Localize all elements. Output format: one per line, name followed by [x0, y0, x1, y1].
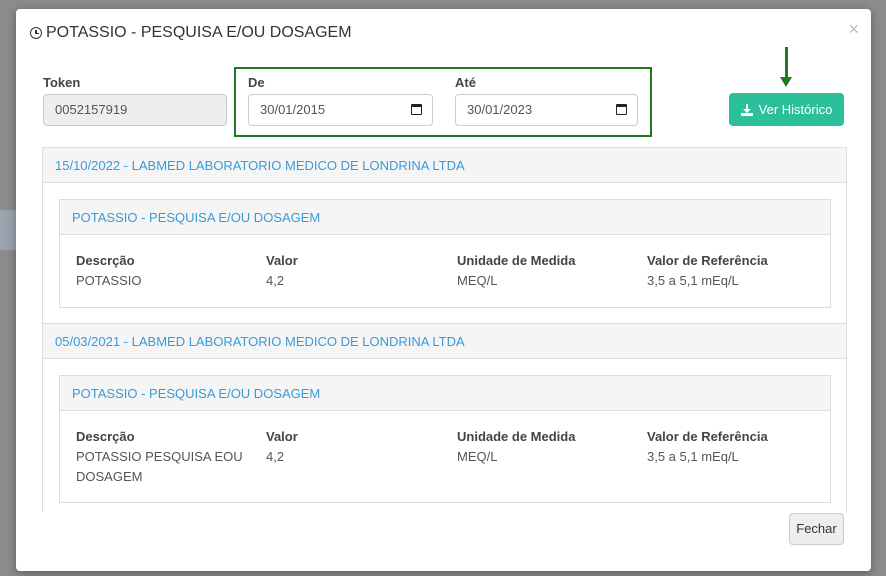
ver-historico-button[interactable]: Ver Histórico [729, 93, 844, 126]
descricao-column: Descrção POTASSIO [76, 251, 256, 291]
token-label: Token [43, 75, 81, 90]
results-list[interactable]: 15/10/2022 - LABMED LABORATORIO MEDICO D… [42, 147, 847, 512]
de-label: De [248, 75, 265, 90]
column-header: Valor de Referência [647, 429, 768, 444]
download-icon [740, 103, 753, 116]
cell-value: 3,5 a 5,1 mEq/L [647, 449, 739, 464]
cell-value: 4,2 [266, 273, 285, 288]
cell-value: 4,2 [266, 449, 285, 464]
result-header: 15/10/2022 - LABMED LABORATORIO MEDICO D… [43, 148, 846, 183]
column-header: Unidade de Medida [457, 253, 576, 268]
valor-column: Valor 4,2 [266, 427, 446, 467]
column-header: Unidade de Medida [457, 429, 576, 444]
valor-column: Valor 4,2 [266, 251, 446, 291]
result-panel: 15/10/2022 - LABMED LABORATORIO MEDICO D… [42, 147, 847, 324]
column-header: Valor [266, 253, 298, 268]
de-date-input[interactable]: 30/01/2015 [248, 94, 433, 126]
exam-title: POTASSIO - PESQUISA E/OU DOSAGEM [60, 200, 830, 235]
cell-value: MEQ/L [457, 449, 498, 464]
modal-header: POTASSIO - PESQUISA E/OU DOSAGEM × [16, 9, 871, 59]
cell-value: POTASSIO PESQUISA EOU DOSAGEM [76, 449, 243, 484]
ver-historico-label: Ver Histórico [758, 102, 833, 117]
calendar-icon[interactable] [411, 104, 422, 115]
exam-title: POTASSIO - PESQUISA E/OU DOSAGEM [60, 376, 830, 411]
modal-title: POTASSIO - PESQUISA E/OU DOSAGEM [46, 24, 352, 41]
token-field[interactable]: 0052157919 [43, 94, 227, 126]
column-header: Valor [266, 429, 298, 444]
arrow-down-icon [780, 47, 792, 91]
cell-value: 3,5 a 5,1 mEq/L [647, 273, 739, 288]
clock-icon [30, 27, 42, 39]
ate-date-value: 30/01/2023 [467, 102, 533, 117]
exam-panel: POTASSIO - PESQUISA E/OU DOSAGEM Descrçã… [59, 375, 831, 503]
column-header: Valor de Referência [647, 253, 768, 268]
cell-value: POTASSIO [76, 273, 142, 288]
unidade-column: Unidade de Medida MEQ/L [457, 251, 637, 291]
unidade-column: Unidade de Medida MEQ/L [457, 427, 637, 467]
calendar-icon[interactable] [616, 104, 627, 115]
fechar-button[interactable]: Fechar [789, 513, 844, 545]
de-date-value: 30/01/2015 [260, 102, 326, 117]
exam-panel: POTASSIO - PESQUISA E/OU DOSAGEM Descrçã… [59, 199, 831, 308]
ate-label: Até [455, 75, 476, 90]
column-header: Descrção [76, 429, 135, 444]
exam-history-modal: POTASSIO - PESQUISA E/OU DOSAGEM × Token… [16, 9, 871, 571]
referencia-column: Valor de Referência 3,5 a 5,1 mEq/L [647, 251, 827, 291]
referencia-column: Valor de Referência 3,5 a 5,1 mEq/L [647, 427, 827, 467]
close-icon[interactable]: × [848, 19, 859, 39]
cell-value: MEQ/L [457, 273, 498, 288]
column-header: Descrção [76, 253, 135, 268]
result-panel: 05/03/2021 - LABMED LABORATORIO MEDICO D… [42, 323, 847, 512]
ate-date-input[interactable]: 30/01/2023 [455, 94, 638, 126]
descricao-column: Descrção POTASSIO PESQUISA EOU DOSAGEM [76, 427, 246, 487]
result-header: 05/03/2021 - LABMED LABORATORIO MEDICO D… [43, 324, 846, 359]
